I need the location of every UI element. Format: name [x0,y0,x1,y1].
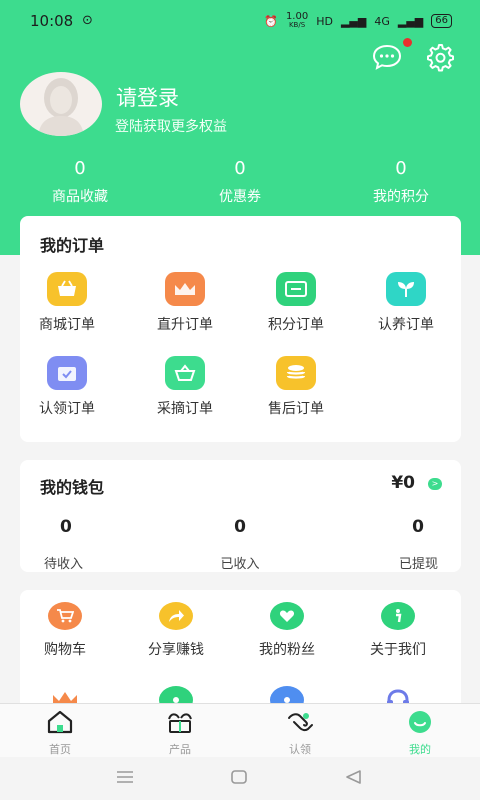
order-adopt[interactable]: 认养订单 [351,272,461,334]
order-label: 认领订单 [39,401,95,417]
tool-share[interactable]: 分享赚钱 [121,602,231,659]
wallet-label: 已收入 [220,557,260,572]
tab-label: 认领 [289,743,311,756]
sprout-icon [386,272,426,306]
menu-icon[interactable] [116,769,134,789]
status-time: 10:08 [30,12,74,30]
network-type: 4G [374,14,390,28]
tool-label: 我的粉丝 [259,642,315,658]
wallet-card: 我的钱包 ¥0 > 0 待收入 0 已收入 0 已提现 [20,460,461,572]
tab-home[interactable]: 首页 [20,710,100,757]
notification-icon: ⊙ [82,13,93,28]
tab-bar: 首页 产品 认领 我的 [0,703,480,757]
order-label: 售后订单 [268,401,324,417]
stat-value: 0 [234,158,246,179]
tool-cart[interactable]: 购物车 [20,602,120,659]
info-icon [381,602,415,630]
tool-fans[interactable]: 我的粉丝 [232,602,342,659]
order-pick[interactable]: 采摘订单 [130,356,240,418]
tool-label: 关于我们 [370,642,426,658]
orders-title: 我的订单 [40,236,105,255]
signal-icon: ▂▄▆ [340,14,367,28]
avatar[interactable] [20,72,102,136]
order-label: 认养订单 [378,317,434,333]
tab-label: 首页 [49,743,71,756]
crown-icon [165,272,205,306]
orders-card: 我的订单 商城订单 直升订单 积分订单 认养订单 认领订单 采摘订单 售后订单 [20,216,461,442]
stat-value: 0 [74,158,86,179]
stat-label: 商品收藏 [52,189,108,205]
wallet-pending[interactable]: 0 待收入 [44,517,164,572]
tab-product[interactable]: 产品 [140,710,220,757]
tools-card: 购物车 分享赚钱 我的粉丝 关于我们 [20,590,461,710]
home-button-icon[interactable] [230,769,248,789]
wallet-label: 已提现 [398,557,438,572]
wallet-amount[interactable]: ¥0 [391,473,415,493]
status-indicators: ⏰ 1.00 KB/S HD ▂▄▆ 4G ▂▄▆ 66 [264,12,452,30]
wallet-value: 0 [234,517,246,537]
order-points[interactable]: 积分订单 [241,272,351,334]
login-title[interactable]: 请登录 [116,82,179,112]
message-icon[interactable] [370,40,404,74]
order-upgrade[interactable]: 直升订单 [130,272,240,334]
back-icon[interactable] [344,769,362,789]
alarm-icon: ⏰ [264,14,278,28]
basket-icon [47,272,87,306]
stat-label: 我的积分 [373,189,429,205]
wallet-title: 我的钱包 [40,478,105,497]
tab-label: 产品 [169,743,191,756]
stat-value: 0 [395,158,407,179]
stat-label: 优惠券 [219,189,261,205]
stat-favorites[interactable]: 0 商品收藏 [20,158,140,206]
claim-hand-icon [288,713,313,732]
cart-icon [48,602,82,630]
card-icon [276,272,316,306]
wallet-withdrawn[interactable]: 0 已提现 [318,517,438,572]
order-label: 商城订单 [39,317,95,333]
wallet-value: 0 [60,517,72,537]
signal-icon-2: ▂▄▆ [397,14,424,28]
share-icon [159,602,193,630]
tool-label: 分享赚钱 [148,642,204,658]
tool-label: 购物车 [44,642,86,658]
battery-indicator: 66 [431,14,452,28]
tool-about[interactable]: 关于我们 [343,602,453,659]
wallet-label: 待收入 [44,557,84,572]
order-mall[interactable]: 商城订单 [12,272,122,334]
order-aftersale[interactable]: 售后订单 [241,356,351,418]
system-nav-bar [0,757,480,800]
order-claim[interactable]: 认领订单 [12,356,122,418]
profile-icon [409,711,431,733]
tab-label: 我的 [409,743,431,756]
order-label: 积分订单 [268,317,324,333]
tab-claim[interactable]: 认领 [260,710,340,757]
wallet-value: 0 [412,517,424,537]
order-label: 采摘订单 [157,401,213,417]
login-subtitle: 登陆获取更多权益 [115,119,227,135]
coins-icon [276,356,316,390]
wallet-received[interactable]: 0 已收入 [180,517,300,572]
home-icon [47,710,73,734]
stat-coupons[interactable]: 0 优惠券 [180,158,300,206]
status-bar: 10:08 ⊙ ⏰ 1.00 KB/S HD ▂▄▆ 4G ▂▄▆ 66 [0,0,480,40]
hd-indicator: HD [316,14,333,28]
network-speed: 1.00 KB/S [285,11,309,30]
settings-gear-icon[interactable] [422,40,456,74]
unread-dot [403,38,412,47]
product-icon [168,713,192,733]
tab-mine[interactable]: 我的 [380,710,460,757]
calendar-check-icon [47,356,87,390]
order-label: 直升订单 [157,317,213,333]
harvest-basket-icon [165,356,205,390]
heart-icon [270,602,304,630]
stat-points[interactable]: 0 我的积分 [341,158,461,206]
wallet-arrow-icon[interactable]: > [428,478,442,490]
